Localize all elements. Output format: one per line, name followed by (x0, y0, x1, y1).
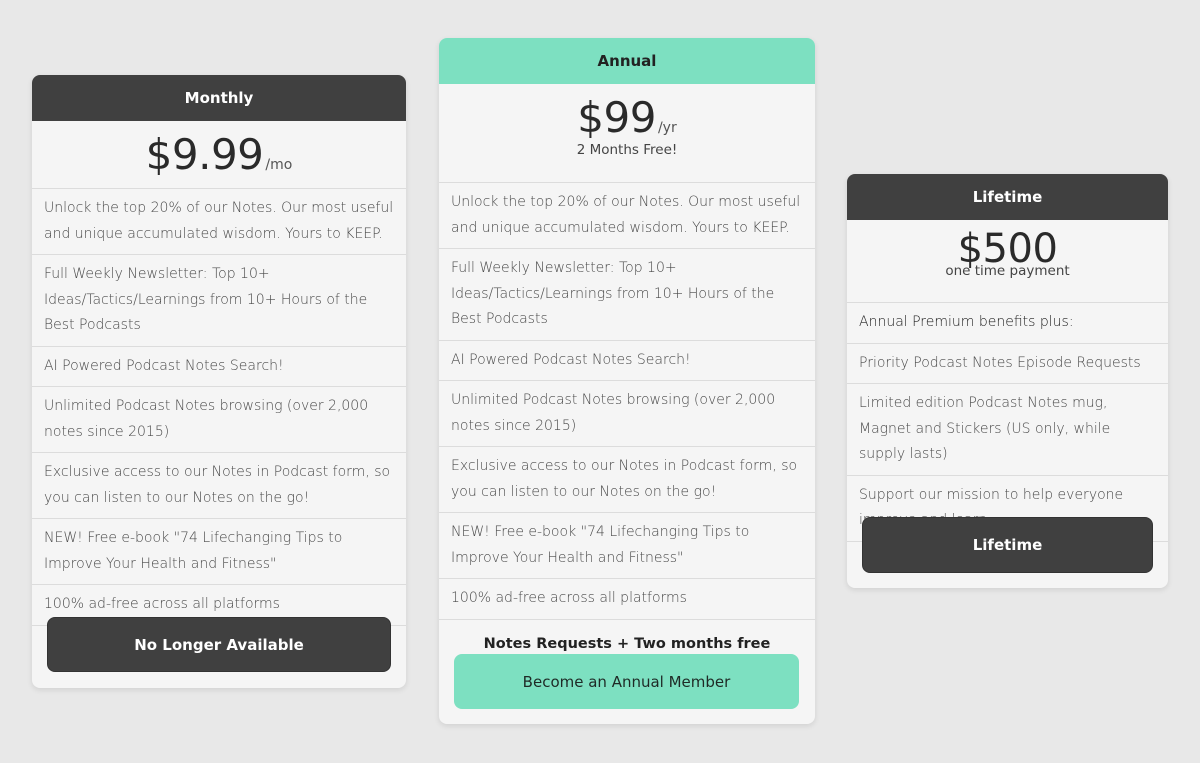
feature-item: NEW! Free e-book "74 Lifechanging Tips t… (439, 513, 815, 579)
feature-item: Priority Podcast Notes Episode Requests (847, 344, 1168, 384)
feature-item: Unlimited Podcast Notes browsing (over 2… (439, 381, 815, 447)
plan-card-monthly: Monthly $9.99/mo Unlock the top 20% of o… (32, 75, 406, 688)
feature-item: NEW! Free e-book "74 Lifechanging Tips t… (32, 519, 406, 585)
price-period-monthly: /mo (265, 157, 293, 173)
plan-title-annual: Annual (439, 38, 815, 84)
feature-item: Full Weekly Newsletter: Top 10+ Ideas/Ta… (439, 249, 815, 341)
feature-item: Exclusive access to our Notes in Podcast… (32, 453, 406, 519)
lifetime-button[interactable]: Lifetime (862, 517, 1153, 573)
feature-item: Annual Premium benefits plus: (847, 303, 1168, 344)
feature-item: Unlimited Podcast Notes browsing (over 2… (32, 387, 406, 453)
feature-item: Unlock the top 20% of our Notes. Our mos… (439, 183, 815, 249)
price-subtitle-lifetime: one time payment (945, 263, 1070, 279)
plan-card-lifetime: Lifetime $500 one time payment Annual Pr… (847, 174, 1168, 588)
become-annual-member-button[interactable]: Become an Annual Member (454, 654, 799, 709)
feature-item: Limited edition Podcast Notes mug, Magne… (847, 384, 1168, 476)
price-subtitle-annual: 2 Months Free! (576, 142, 678, 158)
price-block-annual: $99/yr 2 Months Free! (439, 84, 815, 183)
feature-item: Unlock the top 20% of our Notes. Our mos… (32, 189, 406, 255)
price-period-annual: /yr (657, 120, 677, 136)
feature-item: AI Powered Podcast Notes Search! (32, 347, 406, 387)
price-block-monthly: $9.99/mo (32, 121, 406, 189)
no-longer-available-button[interactable]: No Longer Available (47, 617, 391, 672)
price-annual: $99 (577, 93, 656, 142)
plan-title-lifetime: Lifetime (847, 174, 1168, 220)
feature-item: 100% ad-free across all platforms (439, 579, 815, 620)
price-monthly: $9.99 (145, 130, 264, 179)
feature-item: AI Powered Podcast Notes Search! (439, 341, 815, 381)
feature-item: Full Weekly Newsletter: Top 10+ Ideas/Ta… (32, 255, 406, 347)
plan-title-monthly: Monthly (32, 75, 406, 121)
price-block-lifetime: $500 one time payment (847, 220, 1168, 303)
plan-card-annual: Annual $99/yr 2 Months Free! Unlock the … (439, 38, 815, 724)
feature-item: Exclusive access to our Notes in Podcast… (439, 447, 815, 513)
